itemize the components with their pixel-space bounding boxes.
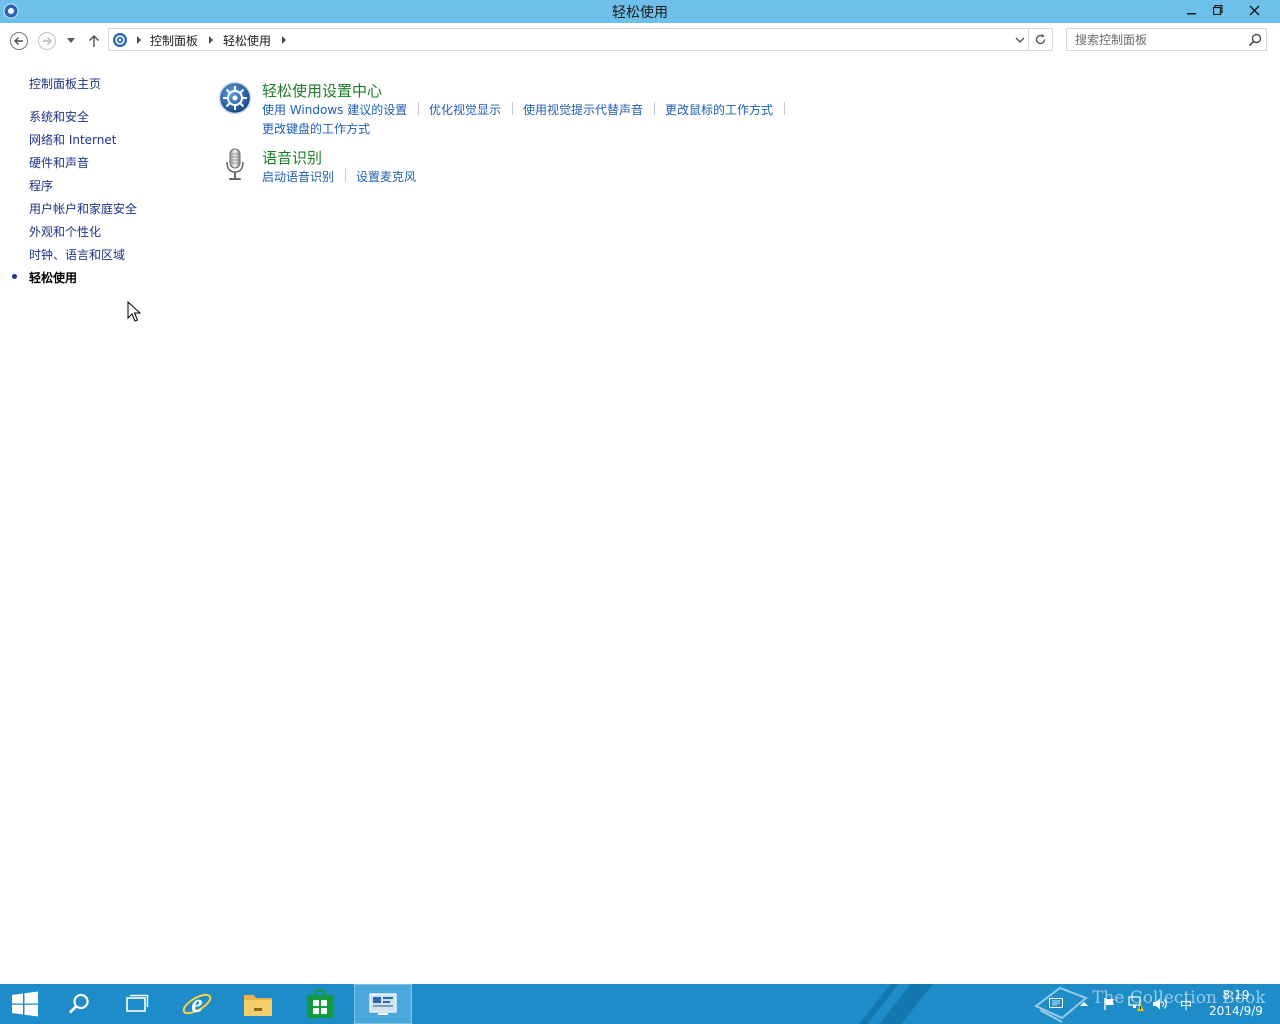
set-up-microphone-link[interactable]: 设置麦克风 (356, 168, 416, 185)
optimize-visual-display-link[interactable]: 优化视觉显示 (429, 101, 501, 118)
control-panel-taskbar-button[interactable] (354, 984, 412, 1024)
flag-tray-button[interactable] (1102, 996, 1118, 1012)
file-explorer-icon (244, 995, 272, 1016)
taskbar: e The Collection Book 中 8:19 2014/9/9 (0, 984, 1280, 1024)
breadcrumb-separator-icon (209, 36, 213, 44)
up-arrow-icon (89, 35, 99, 47)
chevron-down-icon (67, 38, 75, 43)
forward-arrow-icon (38, 32, 56, 50)
link-separator (345, 169, 346, 182)
close-icon (1248, 4, 1260, 16)
minimize-button[interactable] (1178, 0, 1206, 20)
mouse-cursor-icon (127, 301, 141, 322)
flag-icon (1104, 998, 1114, 1010)
title-bar: 轻松使用 (0, 0, 1280, 23)
link-separator (418, 102, 419, 115)
internet-explorer-icon: e (182, 989, 212, 1018)
sidebar-home-link[interactable]: 控制面板主页 (29, 75, 101, 92)
restore-icon (1213, 5, 1223, 15)
speaker-icon (1153, 998, 1167, 1010)
change-mouse-settings-link[interactable]: 更改鼠标的工作方式 (665, 101, 773, 118)
control-panel-icon (369, 993, 397, 1015)
refresh-button[interactable] (1029, 28, 1053, 51)
clock-time: 8:19 (1222, 988, 1250, 1002)
link-separator (654, 102, 655, 115)
address-history-button[interactable] (1011, 28, 1029, 51)
ime-indicator[interactable]: 中 (1178, 996, 1194, 1012)
breadcrumb-separator-icon (137, 36, 141, 44)
close-button[interactable] (1230, 0, 1278, 20)
show-hidden-icons-button[interactable] (1076, 996, 1092, 1012)
sidebar-item-programs[interactable]: 程序 (29, 177, 53, 194)
up-button[interactable] (84, 31, 104, 51)
sidebar-item-clock-language-region[interactable]: 时钟、语言和区域 (29, 246, 125, 263)
current-item-bullet (12, 274, 17, 279)
sidebar-item-ease-of-access: 轻松使用 (29, 271, 78, 285)
use-recommended-settings-link[interactable]: 使用 Windows 建议的设置 (262, 101, 407, 118)
message-icon (1049, 998, 1063, 1008)
link-separator (784, 102, 785, 115)
network-warning-icon (1128, 996, 1144, 1011)
search-icon (69, 993, 89, 1014)
back-button[interactable] (9, 31, 29, 51)
system-clock[interactable]: 8:19 2014/9/9 (1200, 987, 1272, 1019)
file-explorer-button[interactable] (229, 984, 287, 1024)
chevron-up-icon (1080, 1002, 1088, 1006)
speech-recognition-title[interactable]: 语音识别 (262, 147, 322, 168)
minimize-icon (1187, 13, 1196, 15)
restore-button[interactable] (1206, 0, 1230, 20)
change-keyboard-settings-link[interactable]: 更改键盘的工作方式 (262, 120, 370, 137)
clock-date: 2014/9/9 (1209, 1004, 1263, 1018)
chevron-down-icon (1015, 37, 1025, 43)
sidebar-item-appearance[interactable]: 外观和个性化 (29, 223, 101, 240)
task-view-icon (126, 994, 149, 1012)
store-icon (307, 989, 333, 1018)
search-input[interactable] (1067, 29, 1245, 50)
volume-tray-button[interactable] (1152, 996, 1168, 1012)
search-box[interactable] (1066, 28, 1267, 51)
start-speech-recognition-link[interactable]: 启动语音识别 (262, 168, 334, 185)
control-panel-icon (113, 33, 127, 47)
recent-locations-button[interactable] (62, 31, 80, 51)
ease-of-access-center-icon[interactable] (218, 81, 252, 115)
sidebar-item-user-accounts[interactable]: 用户帐户和家庭安全 (29, 200, 137, 217)
breadcrumb-ease-of-access[interactable]: 轻松使用 (223, 32, 271, 49)
sidebar-item-hardware-sound[interactable]: 硬件和声音 (29, 154, 89, 171)
breadcrumb-control-panel[interactable]: 控制面板 (150, 32, 198, 49)
network-tray-button[interactable] (1128, 996, 1144, 1012)
refresh-icon (1035, 34, 1046, 45)
start-icon (12, 991, 38, 1017)
task-view-button[interactable] (108, 984, 166, 1024)
ease-of-access-center-title[interactable]: 轻松使用设置中心 (262, 80, 382, 101)
window-title: 轻松使用 (612, 5, 668, 21)
store-button[interactable] (291, 984, 349, 1024)
action-center-tray-button[interactable] (1048, 996, 1064, 1012)
sidebar-item-system-security[interactable]: 系统和安全 (29, 108, 89, 125)
address-bar[interactable]: 控制面板 轻松使用 (108, 28, 1029, 51)
microphone-icon[interactable] (218, 147, 252, 181)
forward-button[interactable] (37, 31, 57, 51)
internet-explorer-button[interactable]: e (168, 984, 226, 1024)
breadcrumb-separator-icon (282, 36, 286, 44)
link-separator (512, 102, 513, 115)
search-icon[interactable] (1247, 32, 1263, 48)
back-arrow-icon (10, 32, 28, 50)
taskbar-search-button[interactable] (50, 984, 108, 1024)
svg-text:e: e (191, 989, 203, 1018)
start-button[interactable] (0, 984, 50, 1024)
visual-alternatives-for-sounds-link[interactable]: 使用视觉提示代替声音 (523, 101, 643, 118)
sidebar-item-network-internet[interactable]: 网络和 Internet (29, 131, 116, 148)
navigation-bar: 控制面板 轻松使用 (0, 23, 1280, 57)
